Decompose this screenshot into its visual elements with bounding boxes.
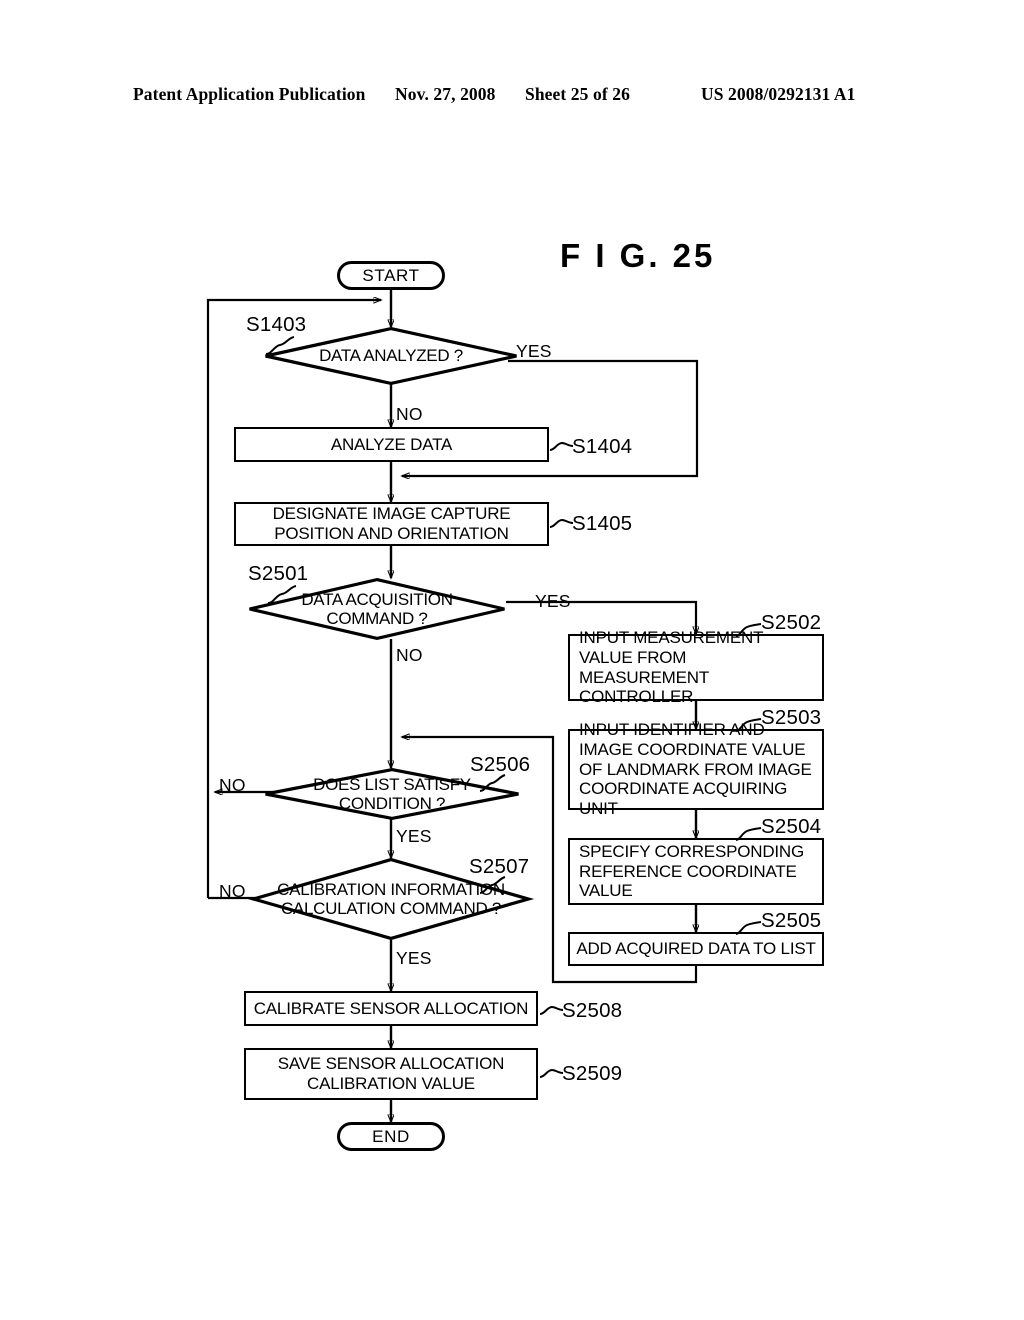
flow-node-s1404[interactable]: ANALYZE DATA — [234, 427, 549, 462]
flow-node-s2503[interactable]: INPUT IDENTIFIER AND IMAGE COORDINATE VA… — [568, 720, 824, 818]
flow-node-end[interactable]: END — [337, 1122, 445, 1151]
leader-line-s2505 — [735, 921, 762, 935]
flow-node-s2504-label: SPECIFY CORRESPONDING REFERENCE COORDINA… — [579, 841, 805, 901]
branch-label-s1403-no: NO — [396, 404, 423, 424]
branch-label-s2501-no: NO — [396, 645, 423, 665]
flow-node-s2502-label: INPUT MEASUREMENT VALUE FROM MEASUREMENT… — [579, 628, 763, 707]
flow-node-s1405-label: DESIGNATE IMAGE CAPTURE POSITION AND ORI… — [272, 504, 511, 543]
flow-node-end-label: END — [372, 1126, 410, 1146]
branch-label-s2506-no: NO — [219, 775, 246, 795]
branch-label-s2507-no: NO — [219, 881, 246, 901]
flowchart-diagram: START DATA ANALYZED ? S1403 YES NO ANALY… — [0, 0, 1024, 1320]
flow-node-s1403-label: DATA ANALYZED ? — [319, 346, 463, 366]
leader-line-s1405 — [549, 518, 574, 528]
flow-node-s2502[interactable]: INPUT MEASUREMENT VALUE FROM MEASUREMENT… — [568, 628, 824, 706]
branch-label-s1403-yes: YES — [516, 341, 552, 361]
flow-node-s2505[interactable]: ADD ACQUIRED DATA TO LIST — [568, 932, 824, 966]
flow-node-s1404-label: ANALYZE DATA — [330, 434, 453, 454]
flow-node-s2508[interactable]: CALIBRATE SENSOR ALLOCATION — [244, 991, 538, 1026]
leader-line-s2508 — [539, 1005, 564, 1015]
step-label-s2505: S2505 — [761, 909, 822, 932]
flow-node-s2501-label: DATA ACQUISITION COMMAND ? — [301, 589, 453, 628]
flow-node-start-label: START — [362, 265, 420, 285]
step-label-s1405: S1405 — [572, 512, 633, 535]
branch-label-s2501-yes: YES — [535, 591, 571, 611]
flow-node-s2509[interactable]: SAVE SENSOR ALLOCATION CALIBRATION VALUE — [244, 1048, 538, 1100]
step-label-s2503: S2503 — [761, 706, 822, 729]
step-label-s1404: S1404 — [572, 435, 633, 458]
flow-node-s2506[interactable]: DOES LIST SATISFY CONDITION ? — [264, 767, 520, 821]
leader-line-s2509 — [539, 1068, 564, 1078]
leader-line-s2504 — [735, 827, 762, 841]
step-label-s2502: S2502 — [761, 611, 822, 634]
branch-label-s2506-yes: YES — [396, 826, 432, 846]
flow-node-s2507-label: CALIBRATION INFORMATION CALCULATION COMM… — [277, 879, 505, 918]
flow-node-s2504[interactable]: SPECIFY CORRESPONDING REFERENCE COORDINA… — [568, 838, 824, 905]
flow-node-start[interactable]: START — [337, 261, 445, 290]
step-label-s2504: S2504 — [761, 815, 822, 838]
leader-line-s1404 — [549, 441, 574, 451]
flow-node-s1405[interactable]: DESIGNATE IMAGE CAPTURE POSITION AND ORI… — [234, 502, 549, 546]
flow-node-s2506-label: DOES LIST SATISFY CONDITION ? — [313, 774, 471, 813]
flow-node-s2503-label: INPUT IDENTIFIER AND IMAGE COORDINATE VA… — [579, 720, 812, 819]
flow-node-s2509-label: SAVE SENSOR ALLOCATION CALIBRATION VALUE — [277, 1054, 505, 1093]
flowchart-connectors — [206, 288, 1024, 1320]
step-label-s2509: S2509 — [562, 1062, 623, 1085]
leader-line-s2502 — [735, 623, 762, 637]
flow-node-s2508-label: CALIBRATE SENSOR ALLOCATION — [253, 998, 529, 1018]
leader-line-s2503 — [735, 718, 762, 732]
flow-node-s2505-label: ADD ACQUIRED DATA TO LIST — [576, 939, 816, 959]
branch-label-s2507-yes: YES — [396, 948, 432, 968]
step-label-s2508: S2508 — [562, 999, 623, 1022]
